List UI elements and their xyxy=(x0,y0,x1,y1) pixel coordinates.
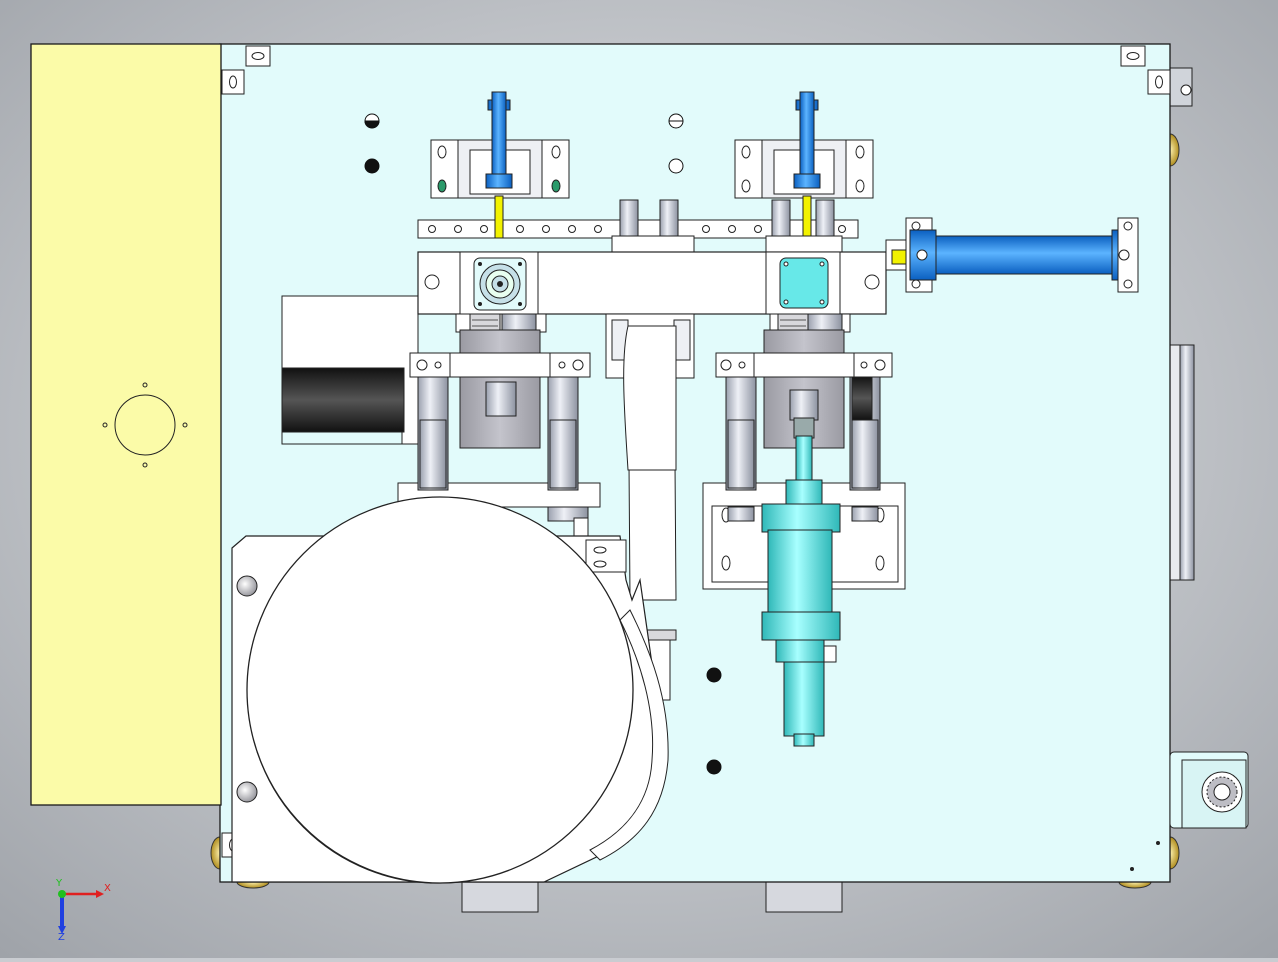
axis-x-arrow xyxy=(96,890,104,898)
side-panel xyxy=(30,43,222,806)
axis-y-dot xyxy=(58,890,66,898)
orientation-triad: X Y Z xyxy=(55,878,111,940)
axis-z-label: Z xyxy=(58,932,65,940)
rotary-disc xyxy=(246,496,634,884)
assembly-top-view[interactable] xyxy=(0,0,1278,958)
bottom-block-left xyxy=(461,879,539,913)
axis-x-label: X xyxy=(104,883,111,894)
cad-viewport[interactable]: X Y Z xyxy=(0,0,1278,958)
main-beam xyxy=(417,251,887,315)
axis-y-label: Y xyxy=(55,878,63,889)
left-housing xyxy=(281,295,419,445)
bottom-block-right xyxy=(765,879,843,913)
